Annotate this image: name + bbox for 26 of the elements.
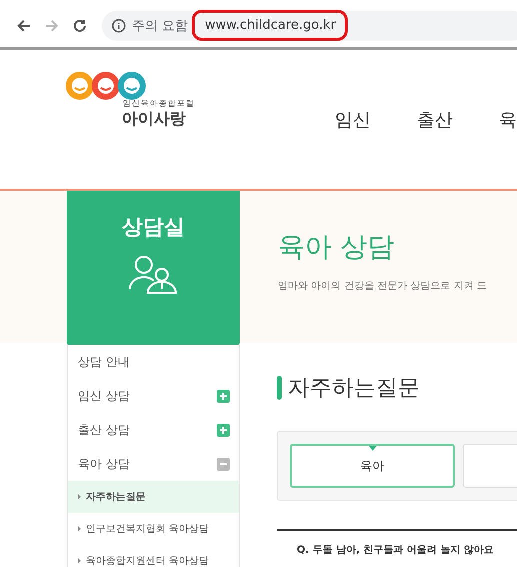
people-question-icon [128,255,180,295]
info-icon[interactable] [112,18,126,32]
sidebar-item[interactable]: 임신 상담 [68,379,239,413]
panel-title: 상담실 [122,214,185,241]
section-title: 자주하는질문 [288,375,420,403]
sidebar-subitem[interactable]: 육아종합지원센터 육아상담 [68,545,239,567]
logo-name: 아이사랑 [122,109,187,130]
collapse-icon[interactable] [217,458,230,470]
question-text[interactable]: Q. 두돌 남아, 친구들과 어울려 놀지 않아요 [277,543,517,557]
page-subtitle: 엄마와 아이의 건강을 전문가 상담으로 지켜 드 [278,280,488,293]
expand-icon[interactable] [217,390,230,402]
nav-item[interactable]: 출산 [417,108,453,189]
sidebar-item[interactable]: 출산 상담 [68,413,239,447]
category-tab[interactable]: 육아 [290,444,455,488]
url-field[interactable]: www.childcare.go.kr [194,12,346,39]
logo-tagline: 임신육아종합포털 [123,98,196,109]
sidebar-subitem[interactable]: 인구보건복지협회 육아상담 [68,513,239,545]
section-marker [277,376,282,400]
sidebar-item[interactable]: 육아 상담 [68,447,239,481]
nav-item[interactable]: 임신 [335,108,371,189]
sidebar-item[interactable]: 상담 안내 [68,345,239,379]
expand-icon[interactable] [217,424,230,436]
nav-item[interactable]: 육 [499,108,517,189]
page-title: 육아 상담 [278,231,396,265]
security-label: 주의 요함 [132,18,188,34]
sidebar-subitem[interactable]: 자주하는질문 [68,481,239,513]
